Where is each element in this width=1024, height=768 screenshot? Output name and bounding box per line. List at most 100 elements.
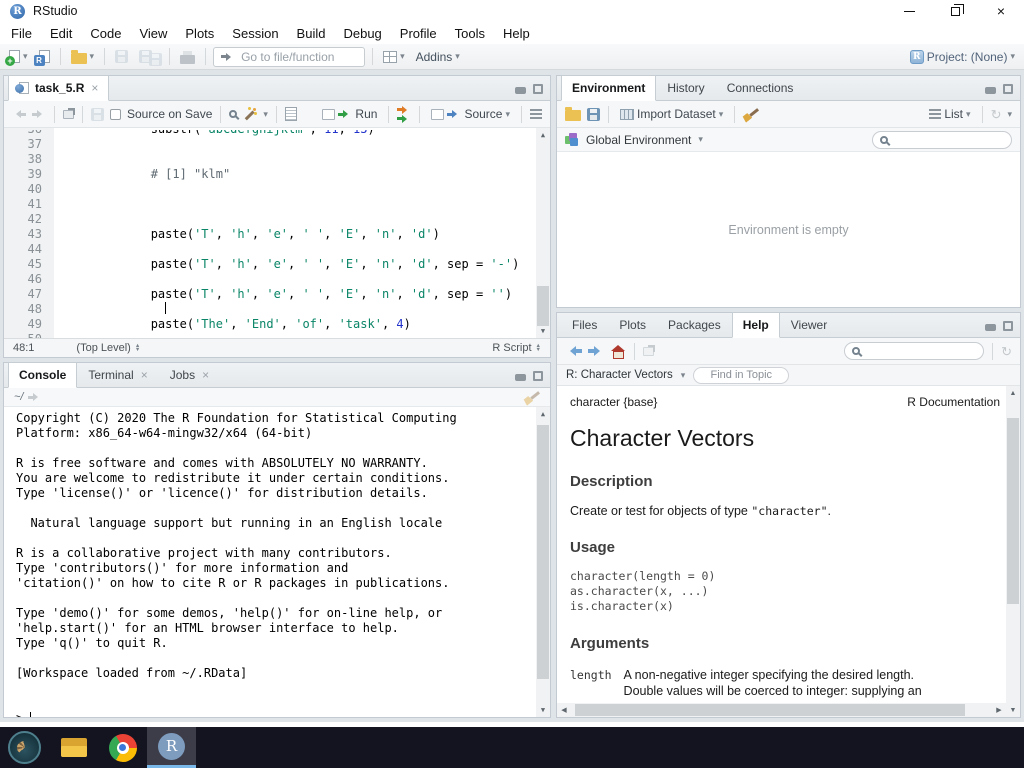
taskbar-explorer-button[interactable] xyxy=(49,727,98,768)
taskbar-chrome-button[interactable] xyxy=(98,727,147,768)
code-line[interactable]: 36 substr('abcdefghijklm', 11, 13) xyxy=(4,130,550,137)
menu-item[interactable]: Profile xyxy=(391,22,446,44)
maximize-pane-icon[interactable] xyxy=(533,84,543,94)
clear-console-icon[interactable] xyxy=(524,390,540,405)
scroll-down-icon[interactable]: ▼ xyxy=(536,324,550,338)
scroll-up-icon[interactable]: ▲ xyxy=(1006,386,1020,400)
open-file-button[interactable]: ▾ xyxy=(68,48,98,66)
tab-help[interactable]: Help xyxy=(732,312,780,338)
clear-environment-icon[interactable] xyxy=(743,107,759,122)
menu-item[interactable]: File xyxy=(2,22,41,44)
scroll-left-icon[interactable]: ◀ xyxy=(557,703,571,717)
list-view-button[interactable]: List ▾ xyxy=(926,105,973,123)
minimize-pane-icon[interactable] xyxy=(985,324,996,331)
close-tab-icon[interactable]: × xyxy=(91,81,98,95)
close-button[interactable]: × xyxy=(978,0,1024,22)
scroll-down-icon[interactable]: ▼ xyxy=(536,703,550,717)
minimize-pane-icon[interactable] xyxy=(515,374,526,381)
scope-selector[interactable]: (Top Level) ▲▼ xyxy=(76,342,140,354)
open-in-new-window-icon[interactable] xyxy=(643,347,654,356)
code-tools-icon[interactable] xyxy=(243,107,257,121)
refresh-icon[interactable]: ↻ xyxy=(1001,345,1012,358)
code-editor[interactable]: 36 substr('abcdefghijklm', 11, 13) 37 # … xyxy=(4,128,550,338)
new-file-button[interactable]: + ▾ xyxy=(6,48,31,65)
scroll-down-icon[interactable]: ▼ xyxy=(1006,703,1020,717)
addins-button[interactable]: Addins ▾ xyxy=(413,48,463,66)
menu-item[interactable]: Code xyxy=(81,22,130,44)
minimize-pane-icon[interactable] xyxy=(515,87,526,94)
code-line[interactable]: 48 xyxy=(4,302,550,317)
help-vscrollbar[interactable]: ▲ ▼ xyxy=(1006,386,1020,717)
code-line[interactable]: 46 xyxy=(4,272,550,287)
scroll-thumb[interactable] xyxy=(575,704,965,716)
print-button[interactable] xyxy=(177,48,198,66)
maximize-pane-icon[interactable] xyxy=(1003,84,1013,94)
scroll-up-icon[interactable]: ▲ xyxy=(536,407,550,421)
save-all-button[interactable] xyxy=(136,48,162,65)
tab-task-5-r[interactable]: task_5.R × xyxy=(8,75,109,101)
menu-item[interactable]: Debug xyxy=(334,22,390,44)
scroll-right-icon[interactable]: ▶ xyxy=(992,703,1006,717)
tab-packages[interactable]: Packages xyxy=(657,312,732,337)
tab-terminal[interactable]: Terminal × xyxy=(77,362,158,387)
code-line[interactable]: 50 xyxy=(4,332,550,338)
tab-console[interactable]: Console xyxy=(8,362,77,388)
compile-report-icon[interactable] xyxy=(285,107,297,121)
restore-button[interactable] xyxy=(932,0,978,22)
environment-scope-label[interactable]: Global Environment xyxy=(586,133,691,147)
save-workspace-icon[interactable] xyxy=(587,108,600,121)
tab-connections[interactable]: Connections xyxy=(716,75,805,100)
rerun-button[interactable] xyxy=(397,106,411,123)
tab-viewer[interactable]: Viewer xyxy=(780,312,838,337)
code-line[interactable]: 42 xyxy=(4,212,550,227)
new-project-button[interactable]: R xyxy=(36,48,53,65)
open-in-new-window-icon[interactable] xyxy=(63,110,74,119)
run-button[interactable]: Run xyxy=(319,105,380,123)
tab-plots[interactable]: Plots xyxy=(608,312,657,337)
load-workspace-icon[interactable] xyxy=(565,110,581,121)
help-back-icon[interactable] xyxy=(565,346,582,356)
maximize-pane-icon[interactable] xyxy=(1003,321,1013,331)
tab-history[interactable]: History xyxy=(656,75,715,100)
close-tab-icon[interactable]: × xyxy=(202,368,209,382)
save-button[interactable] xyxy=(112,48,131,65)
console-output[interactable]: Copyright (C) 2020 The R Foundation for … xyxy=(4,407,550,717)
source-on-save-checkbox[interactable] xyxy=(110,109,121,120)
goto-directory-icon[interactable] xyxy=(28,393,42,401)
code-line[interactable]: 37 # [1] "klm" xyxy=(4,137,550,152)
pane-layout-button[interactable]: ▾ xyxy=(380,49,408,65)
menu-item[interactable]: Plots xyxy=(176,22,223,44)
code-line[interactable]: 45 paste('T', 'h', 'e', ' ', 'E', 'n', '… xyxy=(4,257,550,272)
code-line[interactable]: 40 xyxy=(4,182,550,197)
taskbar-shell-button[interactable] xyxy=(0,727,49,768)
menu-item[interactable]: Session xyxy=(223,22,287,44)
back-icon[interactable] xyxy=(12,110,26,118)
close-tab-icon[interactable]: × xyxy=(141,368,148,382)
refresh-icon[interactable]: ↻ xyxy=(991,108,1002,121)
tab-jobs[interactable]: Jobs × xyxy=(159,362,220,387)
help-topic-selector[interactable]: R: Character Vectors xyxy=(566,369,673,381)
find-replace-icon[interactable] xyxy=(229,110,237,118)
forward-icon[interactable] xyxy=(32,110,46,118)
menu-item[interactable]: Build xyxy=(288,22,335,44)
menu-item[interactable]: Tools xyxy=(446,22,494,44)
menu-item[interactable]: Help xyxy=(494,22,539,44)
scroll-up-icon[interactable]: ▲ xyxy=(536,128,550,142)
console-prompt-line[interactable]: > xyxy=(16,711,534,717)
code-line[interactable]: 38 xyxy=(4,152,550,167)
find-in-topic-input[interactable]: Find in Topic xyxy=(693,367,789,384)
tab-environment[interactable]: Environment xyxy=(561,75,656,101)
document-outline-icon[interactable] xyxy=(530,109,542,111)
code-line[interactable]: 41 paste('T', 'h', 'e', ' ', 'E', 'n', '… xyxy=(4,197,550,212)
home-icon[interactable] xyxy=(611,345,626,358)
menu-item[interactable]: Edit xyxy=(41,22,81,44)
taskbar-rstudio-button[interactable]: R xyxy=(147,727,196,768)
environment-search-input[interactable] xyxy=(872,131,1012,149)
editor-vscrollbar[interactable]: ▲ ▼ xyxy=(536,128,550,338)
code-line[interactable]: 44 xyxy=(4,242,550,257)
console-vscrollbar[interactable]: ▲ ▼ xyxy=(536,407,550,717)
scroll-thumb[interactable] xyxy=(537,286,549,326)
goto-file-input[interactable]: Go to file/function xyxy=(213,47,365,67)
help-search-input[interactable] xyxy=(844,342,984,360)
minimize-button[interactable] xyxy=(886,0,932,22)
